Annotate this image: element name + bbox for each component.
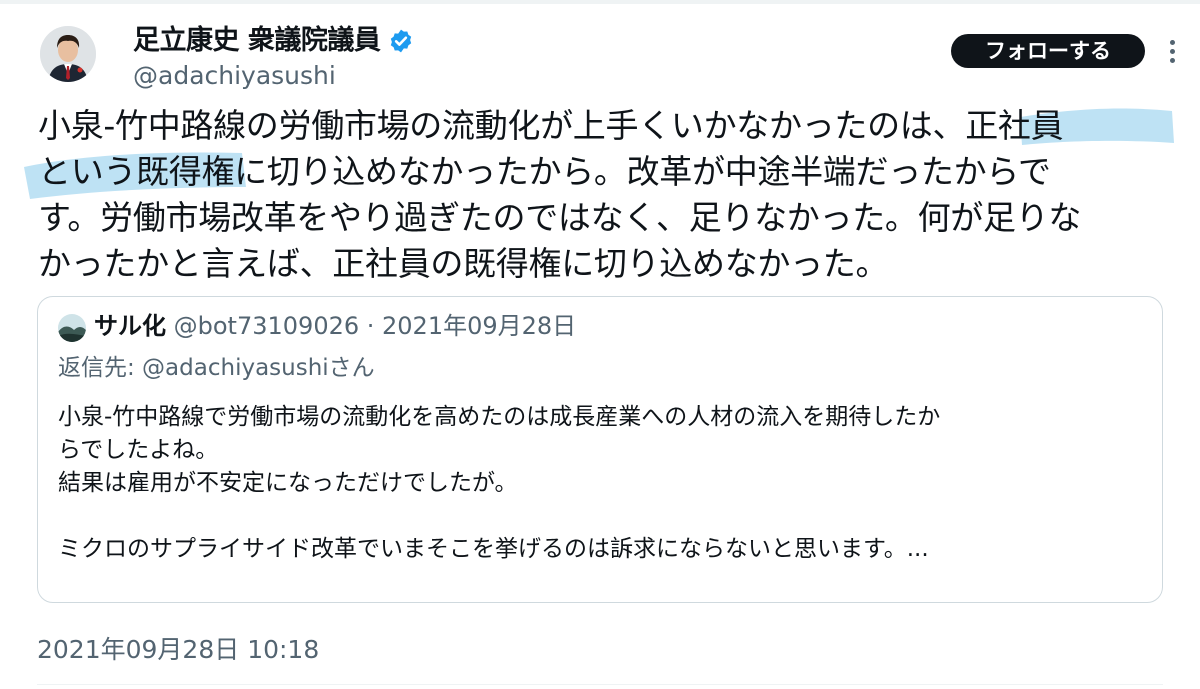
tweet-line: 小泉-竹中路線の労働市場の流動化が上手くいかなかったのは、正社員 bbox=[38, 106, 1064, 145]
tweet-line: かったかと言えば、正社員の既得権に切り込めなかった。 bbox=[38, 244, 889, 283]
quote-line: 結果は雇用が不安定になっただけでしたが。 bbox=[58, 470, 518, 496]
quote-line: ミクロのサプライサイド改革でいまそこを挙げるのは訴求にならないと思います。... bbox=[58, 536, 929, 562]
quote-body: 小泉-竹中路線で労働市場の流動化を高めたのは成長産業への人材の流入を期待したか … bbox=[58, 401, 1148, 566]
tweet-timestamp[interactable]: 2021年09月28日 10:18 bbox=[37, 633, 319, 667]
quote-avatar[interactable] bbox=[58, 314, 86, 342]
tweet-text: 小泉-竹中路線の労働市場の流動化が上手くいかなかったのは、正社員 という既得権に… bbox=[38, 103, 1168, 287]
quote-blank-line bbox=[58, 500, 1148, 533]
tweet-line: す。労働市場改革をやり過ぎたのではなく、足りなかった。何が足りな bbox=[38, 198, 1082, 237]
more-options-icon[interactable] bbox=[1162, 40, 1182, 64]
follow-button[interactable]: フォローする bbox=[951, 34, 1145, 68]
verified-badge-icon[interactable] bbox=[388, 28, 414, 54]
author-display-name[interactable]: 足立康史 衆議院議員 bbox=[133, 23, 381, 59]
bottom-divider bbox=[37, 684, 1163, 685]
quoted-tweet-card[interactable]: サル化 @bot73109026 · 2021年09月28日 返信先: @ada… bbox=[37, 296, 1163, 603]
portrait-avatar-image bbox=[40, 26, 96, 82]
quote-meta: @bot73109026 · 2021年09月28日 bbox=[173, 312, 577, 340]
author-avatar[interactable] bbox=[40, 26, 96, 82]
quote-line: らでしたよね。 bbox=[58, 437, 219, 463]
author-display-name-row[interactable]: 足立康史 衆議院議員 bbox=[133, 23, 414, 59]
top-divider bbox=[0, 0, 1200, 4]
quote-author-name[interactable]: サル化 bbox=[94, 312, 166, 340]
quote-header: サル化 @bot73109026 · 2021年09月28日 bbox=[94, 309, 576, 343]
reply-to-line[interactable]: 返信先: @adachiyasushiさん bbox=[58, 351, 375, 385]
tweet-line: という既得権に切り込めなかったから。改革が中途半端だったからで bbox=[38, 152, 1051, 191]
author-handle[interactable]: @adachiyasushi bbox=[133, 60, 336, 92]
landscape-avatar-image bbox=[58, 314, 86, 342]
quote-line: 小泉-竹中路線で労働市場の流動化を高めたのは成長産業への人材の流入を期待したか bbox=[58, 404, 941, 430]
